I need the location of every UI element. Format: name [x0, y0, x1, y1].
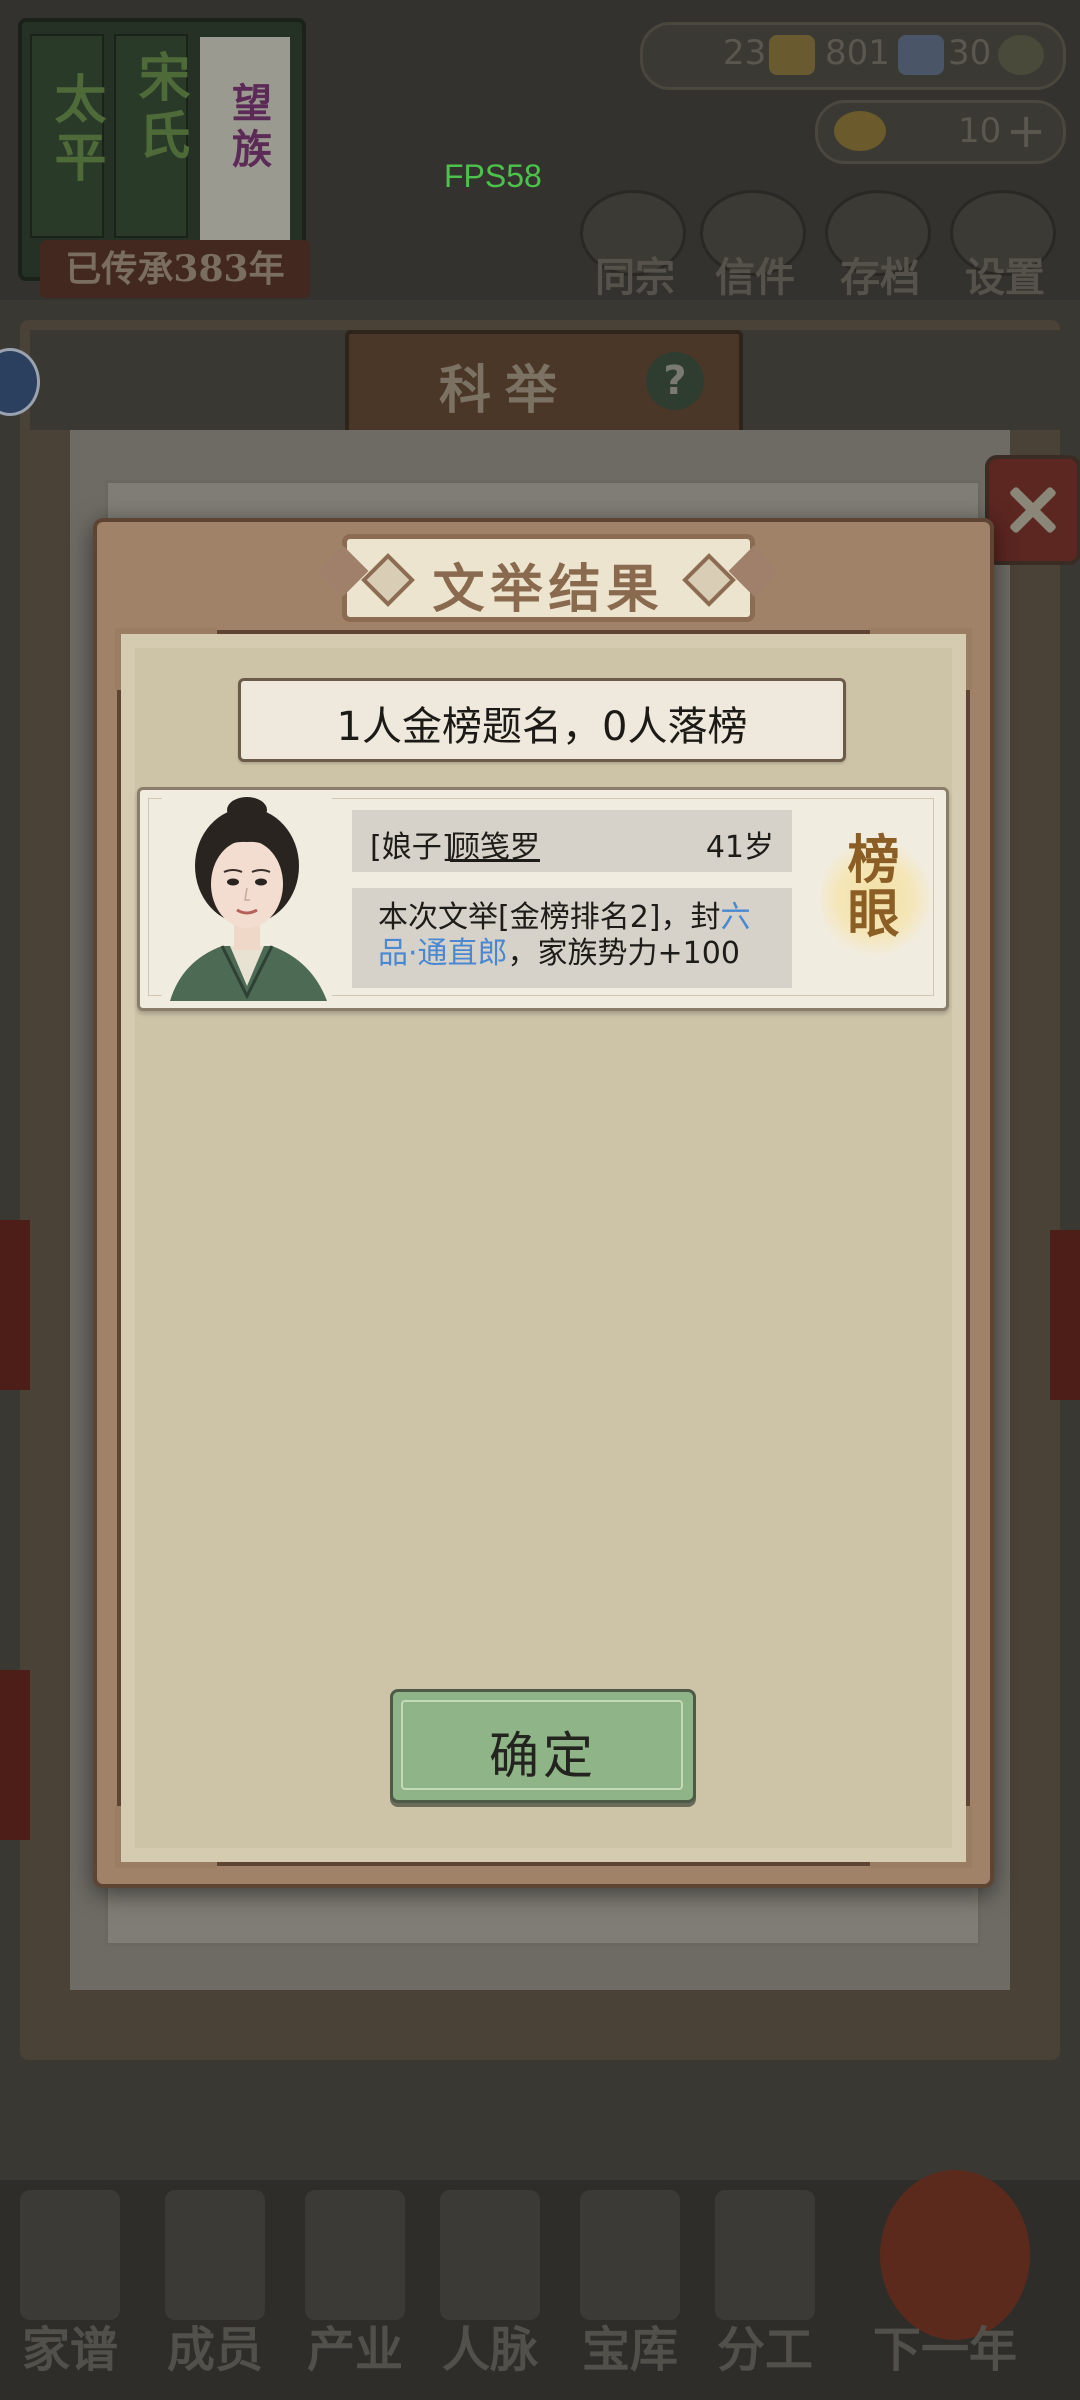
- ticket-count: 30: [948, 33, 992, 73]
- clan-place-name: 太平: [45, 72, 106, 188]
- save-label: 存档: [840, 254, 920, 301]
- nav-treasury-label: 宝库: [581, 2322, 678, 2378]
- ticket-icon: [898, 35, 944, 75]
- result-text-suffix: ，家族势力+100: [507, 936, 740, 971]
- nav-next-year-label: 下一年: [872, 2322, 1017, 2378]
- side-tab-left-1[interactable]: [0, 1220, 30, 1390]
- dialog-title: 文举结果: [432, 559, 665, 620]
- assign-icon: [715, 2190, 815, 2320]
- copper-count: 23: [723, 33, 767, 73]
- save-button[interactable]: 存档: [825, 190, 935, 301]
- gold-ingot-icon: [834, 111, 886, 151]
- candidate-name-link[interactable]: 顾笺罗: [450, 822, 540, 866]
- mail-label: 信件: [715, 254, 795, 301]
- result-text-prefix: 本次文举[金榜排名2]，封: [378, 900, 721, 935]
- nav-assign-label: 分工: [716, 2322, 813, 2378]
- close-icon[interactable]: [985, 455, 1080, 565]
- confirm-label: 确定: [489, 1727, 597, 1785]
- silver-count: 801: [825, 33, 890, 73]
- add-gold-icon[interactable]: +: [1006, 103, 1046, 159]
- candidate-card: [娘子] 顾笺罗 41岁 本次文举[金榜排名2]，封六品·通直郎，家族势力+10…: [137, 787, 949, 1011]
- fps-counter: FPS58: [444, 158, 542, 194]
- settings-button[interactable]: 设置: [950, 190, 1060, 301]
- candidate-age: 41岁: [705, 830, 774, 865]
- nav-members[interactable]: 成员: [150, 2190, 280, 2390]
- mail-button[interactable]: 信件: [700, 190, 810, 301]
- nav-assign[interactable]: 分工: [700, 2190, 830, 2390]
- nav-treasury[interactable]: 宝库: [565, 2190, 695, 2390]
- nav-connections-label: 人脉: [441, 2322, 538, 2378]
- portrait-icon: [162, 796, 332, 1001]
- candidate-result-box: 本次文举[金榜排名2]，封六品·通直郎，家族势力+100: [352, 888, 792, 988]
- nav-connections[interactable]: 人脉: [425, 2190, 555, 2390]
- clan-rank: 望族: [225, 82, 272, 174]
- corner-ornament: [115, 628, 217, 690]
- members-icon: [165, 2190, 265, 2320]
- result-summary: 1人金榜题名，0人落榜: [238, 678, 846, 762]
- rank-badge-text: 榜眼: [838, 832, 899, 940]
- tongzong-button[interactable]: 同宗: [580, 190, 690, 301]
- confirm-button[interactable]: 确定: [390, 1689, 696, 1803]
- keju-title: 科举: [439, 360, 572, 421]
- tongzong-label: 同宗: [595, 254, 675, 301]
- candidate-portrait[interactable]: [162, 796, 332, 1001]
- corner-ornament: [870, 1806, 972, 1868]
- rank-badge: 榜眼: [816, 830, 934, 970]
- question-mark-icon[interactable]: ?: [646, 352, 704, 410]
- nav-next-year[interactable]: 下一年: [855, 2190, 1035, 2390]
- nav-property-label: 产业: [306, 2322, 403, 2378]
- nav-members-label: 成员: [166, 2322, 263, 2378]
- corner-ornament: [115, 1806, 217, 1868]
- nav-property[interactable]: 产业: [290, 2190, 420, 2390]
- candidate-name-bar: [娘子] 顾笺罗 41岁: [352, 810, 792, 872]
- candidate-result-text: 本次文举[金榜排名2]，封六品·通直郎，家族势力+100: [378, 900, 778, 972]
- inherit-years-label: 已传承383年: [40, 240, 310, 298]
- nav-genealogy[interactable]: 家谱: [5, 2190, 135, 2390]
- gold-bar: 10 +: [815, 100, 1066, 164]
- clan-family-name: 宋氏: [129, 50, 190, 166]
- gold-count: 10: [958, 111, 1002, 151]
- coin-icon: [998, 35, 1044, 75]
- settings-label: 设置: [965, 254, 1045, 301]
- copper-icon: [769, 35, 815, 75]
- side-tab-left-2[interactable]: [0, 1670, 30, 1840]
- genealogy-icon: [20, 2190, 120, 2320]
- result-summary-text: 1人金榜题名，0人落榜: [336, 704, 748, 750]
- corner-ornament: [870, 628, 972, 690]
- property-icon: [305, 2190, 405, 2320]
- nav-genealogy-label: 家谱: [21, 2322, 118, 2378]
- treasury-icon: [580, 2190, 680, 2320]
- candidate-role: [娘子]: [370, 830, 454, 865]
- dialog-title-plate: 文举结果: [342, 534, 755, 622]
- side-tab-right-1[interactable]: [1050, 1230, 1080, 1400]
- resource-bar: 23 801 30: [640, 22, 1066, 90]
- connections-icon: [440, 2190, 540, 2320]
